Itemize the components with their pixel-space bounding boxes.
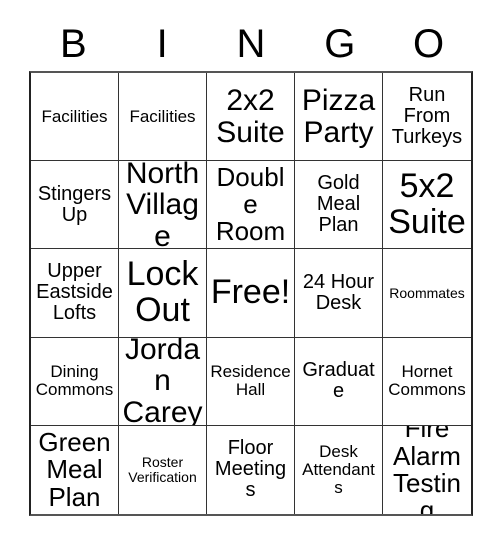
bingo-cell-label: 2x2 Suite — [216, 84, 285, 149]
bingo-cell-label: Floor Meetings — [214, 437, 287, 502]
bingo-cell-r4c1[interactable]: Dining Commons — [31, 337, 119, 426]
bingo-cell-r1c2[interactable]: Facilities — [119, 73, 207, 162]
bingo-cell-r5c5[interactable]: Fire Alarm Testing — [383, 425, 471, 514]
bingo-cell-r3c1[interactable]: Upper Eastside Lofts — [31, 249, 119, 338]
bingo-cell-r1c5[interactable]: Run From Turkeys — [383, 73, 471, 162]
bingo-cell-r4c5[interactable]: Hornet Commons — [383, 337, 471, 426]
bingo-header-letter-o: O — [413, 22, 445, 66]
bingo-cell-r3c4[interactable]: 24 Hour Desk — [295, 249, 383, 338]
bingo-cell-r2c4[interactable]: Gold Meal Plan — [295, 161, 383, 250]
bingo-cell-r1c3[interactable]: 2x2 Suite — [207, 73, 295, 162]
bingo-card: B I N G O Facilities Facilities 2x2 Suit… — [0, 0, 500, 544]
bingo-header-letter-b: B — [60, 22, 87, 66]
bingo-cell-r2c2[interactable]: North Village — [119, 161, 207, 250]
bingo-cell-label: Roommates — [389, 284, 465, 301]
bingo-cell-label: Jordan Carey — [122, 337, 203, 426]
bingo-cell-r5c1[interactable]: Green Meal Plan — [31, 425, 119, 514]
bingo-grid: Facilities Facilities 2x2 Suite Pizza Pa… — [29, 71, 473, 516]
bingo-cell-label: Double Room — [215, 161, 286, 247]
bingo-cell-r5c3[interactable]: Floor Meetings — [207, 425, 295, 514]
bingo-cell-label: Hornet Commons — [388, 362, 466, 400]
bingo-cell-label: Residence Hall — [210, 362, 291, 400]
bingo-cell-label: Roster Verification — [128, 454, 197, 485]
bingo-cell-label: Fire Alarm Testing — [393, 425, 461, 514]
bingo-cell-label: 5x2 Suite — [388, 167, 466, 241]
bingo-header-letter-n: N — [236, 22, 266, 66]
bingo-cell-label: Stingers Up — [37, 182, 112, 226]
bingo-cell-label: Facilities — [129, 106, 196, 126]
bingo-cell-label: Free! — [210, 273, 291, 312]
bingo-cell-label: Gold Meal Plan — [316, 172, 361, 237]
bingo-cell-label: 24 Hour Desk — [302, 270, 375, 314]
bingo-cell-label: Graduate — [302, 359, 375, 403]
bingo-cell-label: Dining Commons — [35, 362, 114, 400]
bingo-cell-r3c5[interactable]: Roommates — [383, 249, 471, 338]
bingo-cell-label: Facilities — [41, 106, 108, 126]
bingo-cell-r2c1[interactable]: Stingers Up — [31, 161, 119, 250]
bingo-cell-r2c3[interactable]: Double Room — [207, 161, 295, 250]
bingo-cell-r4c4[interactable]: Graduate — [295, 337, 383, 426]
bingo-cell-free-space[interactable]: Free! — [207, 249, 295, 338]
bingo-cell-label: Upper Eastside Lofts — [36, 260, 113, 325]
bingo-cell-r5c2[interactable]: Roster Verification — [119, 425, 207, 514]
bingo-cell-label: Desk Attendants — [302, 442, 375, 497]
bingo-cell-label: Lock Out — [126, 255, 199, 329]
bingo-cell-r5c4[interactable]: Desk Attendants — [295, 425, 383, 514]
bingo-cell-r4c3[interactable]: Residence Hall — [207, 337, 295, 426]
bingo-header-letter-g: G — [324, 22, 356, 66]
bingo-cell-label: North Village — [125, 161, 200, 250]
bingo-cell-label: Green Meal Plan — [38, 426, 111, 512]
bingo-cell-r2c5[interactable]: 5x2 Suite — [383, 161, 471, 250]
bingo-header-letter-i: I — [156, 22, 168, 66]
bingo-cell-r1c4[interactable]: Pizza Party — [295, 73, 383, 162]
bingo-cell-r4c2[interactable]: Jordan Carey — [119, 337, 207, 426]
bingo-cell-label: Pizza Party — [301, 84, 376, 149]
bingo-cell-r1c1[interactable]: Facilities — [31, 73, 119, 162]
bingo-header-row: B I N G O — [29, 18, 473, 70]
bingo-cell-r3c2[interactable]: Lock Out — [119, 249, 207, 338]
bingo-cell-label: Run From Turkeys — [391, 84, 463, 149]
